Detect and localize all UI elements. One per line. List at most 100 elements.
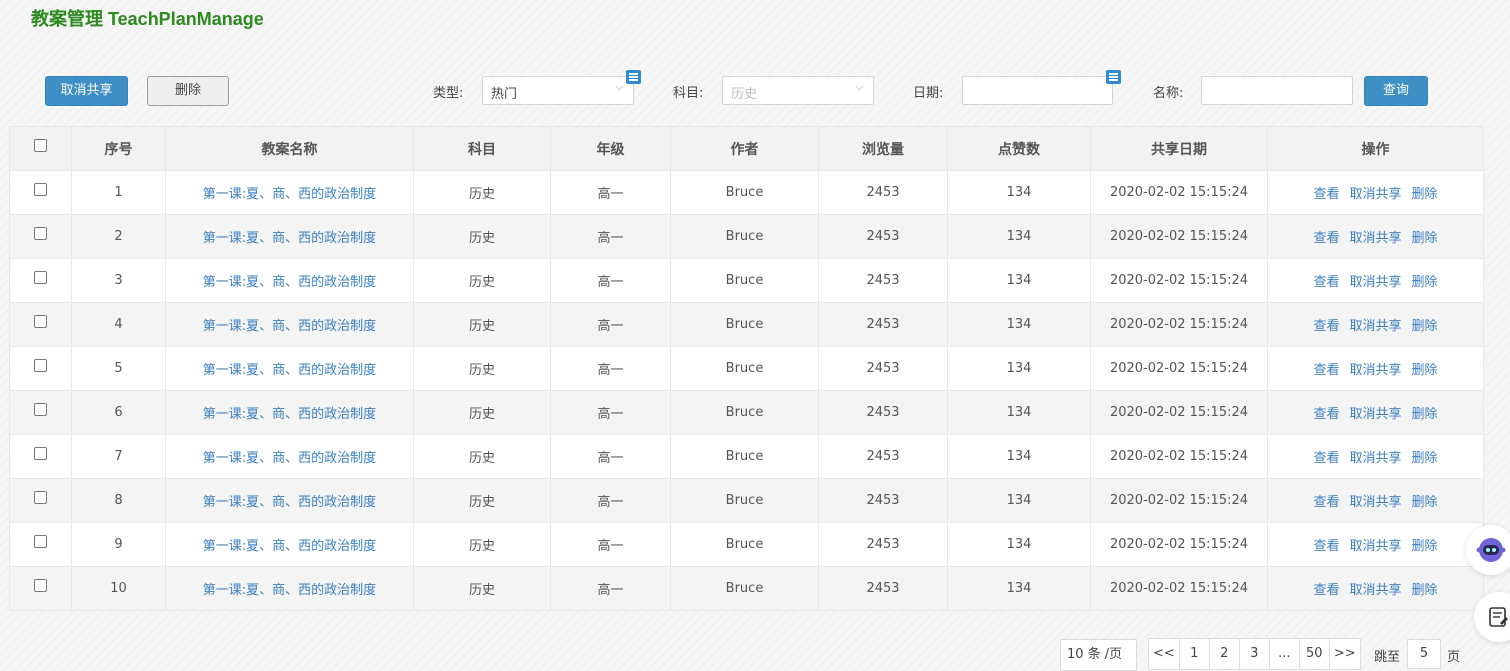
row-select-cell[interactable] <box>9 478 72 523</box>
row-checkbox[interactable] <box>34 359 47 372</box>
date-input[interactable] <box>963 77 1112 104</box>
delete-link[interactable]: 删除 <box>1412 275 1438 290</box>
delete-link[interactable]: 删除 <box>1412 495 1438 510</box>
cell-plan-name-link[interactable]: 第一课:夏、商、西的政治制度 <box>165 170 414 215</box>
view-link[interactable]: 查看 <box>1313 451 1339 466</box>
view-link[interactable]: 查看 <box>1313 539 1339 554</box>
cell-plan-name-link[interactable]: 第一课:夏、商、西的政治制度 <box>165 390 414 435</box>
page-size-select[interactable]: 10 条 /页 <box>1060 639 1137 671</box>
table-row: 9 第一课:夏、商、西的政治制度 历史 高一 Bruce 2453 134 2020-02-0… <box>9 522 1484 567</box>
calendar-icon[interactable] <box>1106 70 1121 84</box>
row-select-cell[interactable] <box>9 214 72 259</box>
row-checkbox[interactable] <box>34 315 47 328</box>
cell-author: Bruce <box>670 390 819 435</box>
view-link[interactable]: 查看 <box>1313 583 1339 598</box>
cell-plan-name-link[interactable]: 第一课:夏、商、西的政治制度 <box>165 258 414 303</box>
cell-plan-name-link[interactable]: 第一课:夏、商、西的政治制度 <box>165 522 414 567</box>
cell-plan-name-link[interactable]: 第一课:夏、商、西的政治制度 <box>165 478 414 523</box>
row-select-cell[interactable] <box>9 566 72 611</box>
delete-link[interactable]: 删除 <box>1412 231 1438 246</box>
row-checkbox[interactable] <box>34 535 47 548</box>
row-checkbox[interactable] <box>34 579 47 592</box>
cell-author: Bruce <box>670 522 819 567</box>
date-field[interactable] <box>962 76 1113 105</box>
unshare-link[interactable]: 取消共享 <box>1349 451 1401 466</box>
assistant-button[interactable] <box>1466 525 1510 575</box>
delete-link[interactable]: 删除 <box>1412 583 1438 598</box>
table-header-row: 序号 教案名称 科目 年级 作者 浏览量 点赞数 共享日期 操作 <box>9 126 1484 171</box>
type-label: 类型: <box>433 86 464 101</box>
delete-link[interactable]: 删除 <box>1412 187 1438 202</box>
cell-actions: 查看 取消共享 删除 <box>1267 346 1484 391</box>
unshare-link[interactable]: 取消共享 <box>1349 319 1401 334</box>
view-link[interactable]: 查看 <box>1313 187 1339 202</box>
unshare-button[interactable]: 取消共享 <box>45 76 128 106</box>
row-checkbox[interactable] <box>34 491 47 504</box>
row-select-cell[interactable] <box>9 522 72 567</box>
table-row: 7 第一课:夏、商、西的政治制度 历史 高一 Bruce 2453 134 2020-02-0… <box>9 434 1484 479</box>
last-page-button[interactable]: >> <box>1330 639 1360 669</box>
row-checkbox[interactable] <box>34 403 47 416</box>
page-button[interactable]: 3 <box>1240 639 1270 669</box>
cell-subject: 历史 <box>413 478 551 523</box>
unshare-link[interactable]: 取消共享 <box>1349 231 1401 246</box>
row-select-cell[interactable] <box>9 258 72 303</box>
unshare-link[interactable]: 取消共享 <box>1349 187 1401 202</box>
cell-plan-name-link[interactable]: 第一课:夏、商、西的政治制度 <box>165 434 414 479</box>
view-link[interactable]: 查看 <box>1313 407 1339 422</box>
page-button[interactable]: 1 <box>1180 639 1210 669</box>
row-select-cell[interactable] <box>9 390 72 435</box>
row-checkbox[interactable] <box>34 183 47 196</box>
view-link[interactable]: 查看 <box>1313 231 1339 246</box>
row-checkbox[interactable] <box>34 227 47 240</box>
first-page-button[interactable]: << <box>1149 639 1180 669</box>
unshare-link[interactable]: 取消共享 <box>1349 583 1401 598</box>
cell-actions: 查看 取消共享 删除 <box>1267 566 1484 611</box>
notes-button[interactable] <box>1474 592 1510 642</box>
query-button[interactable]: 查询 <box>1364 76 1428 106</box>
cell-plan-name-link[interactable]: 第一课:夏、商、西的政治制度 <box>165 346 414 391</box>
delete-link[interactable]: 删除 <box>1412 407 1438 422</box>
name-input[interactable] <box>1202 77 1352 104</box>
calendar-icon[interactable] <box>626 70 641 84</box>
unshare-link[interactable]: 取消共享 <box>1349 407 1401 422</box>
row-select-cell[interactable] <box>9 302 72 347</box>
subject-select[interactable]: 历史 ⌵ <box>722 76 874 105</box>
row-checkbox[interactable] <box>34 271 47 284</box>
cell-author: Bruce <box>670 434 819 479</box>
select-all-cell[interactable] <box>9 126 72 171</box>
jump-page-input[interactable]: 5 <box>1407 639 1441 669</box>
delete-link[interactable]: 删除 <box>1412 539 1438 554</box>
view-link[interactable]: 查看 <box>1313 275 1339 290</box>
delete-button[interactable]: 删除 <box>147 76 229 106</box>
cell-plan-name-link[interactable]: 第一课:夏、商、西的政治制度 <box>165 214 414 259</box>
teach-plan-table: 序号 教案名称 科目 年级 作者 浏览量 点赞数 共享日期 操作 1 第一课:夏、… <box>9 126 1484 611</box>
header-grade: 年级 <box>550 126 671 171</box>
row-select-cell[interactable] <box>9 170 72 215</box>
row-select-cell[interactable] <box>9 434 72 479</box>
cell-plan-name-link[interactable]: 第一课:夏、商、西的政治制度 <box>165 566 414 611</box>
cell-plan-name-link[interactable]: 第一课:夏、商、西的政治制度 <box>165 302 414 347</box>
cell-no: 6 <box>71 390 166 435</box>
cell-actions: 查看 取消共享 删除 <box>1267 478 1484 523</box>
row-checkbox[interactable] <box>34 447 47 460</box>
cell-actions: 查看 取消共享 删除 <box>1267 434 1484 479</box>
row-select-cell[interactable] <box>9 346 72 391</box>
type-select-value: 热门 <box>491 87 518 102</box>
view-link[interactable]: 查看 <box>1313 495 1339 510</box>
page-button[interactable]: 2 <box>1210 639 1240 669</box>
unshare-link[interactable]: 取消共享 <box>1349 495 1401 510</box>
delete-link[interactable]: 删除 <box>1412 363 1438 378</box>
type-select[interactable]: 热门 ⌵ <box>482 76 634 105</box>
select-all-checkbox[interactable] <box>34 139 47 152</box>
unshare-link[interactable]: 取消共享 <box>1349 363 1401 378</box>
unshare-link[interactable]: 取消共享 <box>1349 539 1401 554</box>
page-button[interactable]: 50 <box>1300 639 1330 669</box>
view-link[interactable]: 查看 <box>1313 319 1339 334</box>
delete-link[interactable]: 删除 <box>1412 451 1438 466</box>
cell-views: 2453 <box>818 346 948 391</box>
view-link[interactable]: 查看 <box>1313 363 1339 378</box>
name-field[interactable] <box>1201 76 1353 105</box>
delete-link[interactable]: 删除 <box>1412 319 1438 334</box>
unshare-link[interactable]: 取消共享 <box>1349 275 1401 290</box>
